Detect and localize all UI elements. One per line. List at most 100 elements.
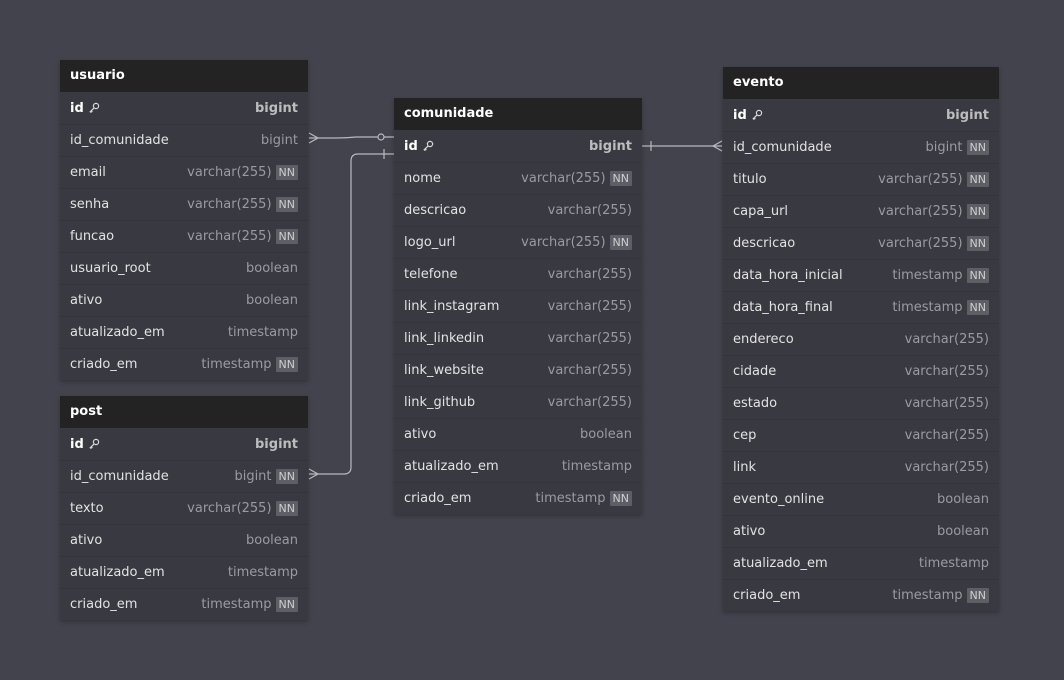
column-meta: timestamp (228, 565, 298, 580)
column-type: varchar(255) (904, 332, 989, 347)
column-row[interactable]: link_github varchar(255) (394, 386, 642, 418)
column-row[interactable]: atualizado_em timestamp (394, 450, 642, 482)
column-row[interactable]: evento_online boolean (723, 483, 999, 515)
table-header[interactable]: usuario (60, 60, 308, 92)
column-name: data_hora_final (733, 300, 833, 315)
table-evento[interactable]: evento id bigint id_comunidade bigint NN titul… (723, 67, 999, 611)
relation-usuario-comunidade (308, 132, 394, 144)
column-type: boolean (937, 524, 989, 539)
not-null-badge: NN (966, 268, 989, 283)
erd-canvas: usuario id bigint id_comunidade bigint email v… (0, 0, 1064, 680)
column-name: link_linkedin (404, 331, 484, 346)
column-row[interactable]: cidade varchar(255) (723, 355, 999, 387)
column-row[interactable]: data_hora_inicial timestamp NN (723, 259, 999, 291)
table-usuario[interactable]: usuario id bigint id_comunidade bigint email v… (60, 60, 308, 380)
column-meta: varchar(255) NN (878, 204, 989, 219)
not-null-badge: NN (275, 197, 298, 212)
column-row[interactable]: criado_em timestamp NN (394, 482, 642, 514)
column-row[interactable]: ativo boolean (723, 515, 999, 547)
column-row[interactable]: descricao varchar(255) (394, 194, 642, 226)
column-name: atualizado_em (733, 556, 828, 571)
table-header[interactable]: post (60, 396, 308, 428)
column-row[interactable]: telefone varchar(255) (394, 258, 642, 290)
column-meta: varchar(255) NN (878, 172, 989, 187)
column-meta: varchar(255) (548, 267, 632, 282)
column-row[interactable]: link varchar(255) (723, 451, 999, 483)
column-row[interactable]: nome varchar(255) NN (394, 162, 642, 194)
column-meta: bigint (946, 108, 989, 123)
column-type: timestamp (892, 300, 963, 315)
table-header[interactable]: evento (723, 67, 999, 99)
key-icon (422, 140, 434, 152)
column-meta: varchar(255) NN (187, 197, 298, 212)
column-row[interactable]: id bigint (723, 99, 999, 131)
column-meta: bigint (255, 101, 298, 116)
column-row[interactable]: email varchar(255) NN (60, 156, 308, 188)
key-icon (88, 102, 100, 114)
column-row[interactable]: id_comunidade bigint (60, 124, 308, 156)
column-name: criado_em (404, 491, 471, 506)
column-meta: timestamp (562, 459, 632, 474)
column-row[interactable]: ativo boolean (60, 284, 308, 316)
not-null-badge: NN (609, 235, 632, 250)
column-row[interactable]: ativo boolean (60, 524, 308, 556)
column-row[interactable]: link_instagram varchar(255) (394, 290, 642, 322)
key-icon (751, 109, 763, 121)
column-name-text: estado (733, 396, 778, 411)
key-icon (88, 438, 100, 450)
column-row[interactable]: texto varchar(255) NN (60, 492, 308, 524)
column-row[interactable]: link_linkedin varchar(255) (394, 322, 642, 354)
not-null-badge: NN (275, 357, 298, 372)
column-name-text: link (733, 460, 756, 475)
column-row[interactable]: data_hora_final timestamp NN (723, 291, 999, 323)
column-row[interactable]: id bigint (394, 130, 642, 162)
column-row[interactable]: id_comunidade bigint NN (60, 460, 308, 492)
column-row[interactable]: atualizado_em timestamp (723, 547, 999, 579)
column-type: timestamp (227, 325, 298, 340)
column-row[interactable]: id bigint (60, 92, 308, 124)
table-post[interactable]: post id bigint id_comunidade bigint NN texto va… (60, 396, 308, 620)
column-row[interactable]: logo_url varchar(255) NN (394, 226, 642, 258)
column-row[interactable]: ativo boolean (394, 418, 642, 450)
column-row[interactable]: usuario_root boolean (60, 252, 308, 284)
column-name: criado_em (733, 588, 800, 603)
column-row[interactable]: link_website varchar(255) (394, 354, 642, 386)
column-row[interactable]: endereco varchar(255) (723, 323, 999, 355)
column-row[interactable]: criado_em timestamp NN (723, 579, 999, 611)
column-row[interactable]: funcao varchar(255) NN (60, 220, 308, 252)
column-meta: timestamp NN (201, 357, 298, 372)
column-row[interactable]: estado varchar(255) (723, 387, 999, 419)
column-name-text: endereco (733, 332, 794, 347)
column-row[interactable]: criado_em timestamp NN (60, 588, 308, 620)
column-name: logo_url (404, 235, 455, 250)
column-row[interactable]: id bigint (60, 428, 308, 460)
table-columns: id bigint id_comunidade bigint NN texto varcha… (60, 428, 308, 620)
column-row[interactable]: senha varchar(255) NN (60, 188, 308, 220)
table-header[interactable]: comunidade (394, 98, 642, 130)
column-name: id (70, 437, 100, 452)
column-row[interactable]: descricao varchar(255) NN (723, 227, 999, 259)
column-meta: varchar(255) NN (521, 235, 632, 250)
column-row[interactable]: atualizado_em timestamp (60, 316, 308, 348)
column-name-text: telefone (404, 267, 458, 282)
column-type: varchar(255) (904, 364, 989, 379)
column-type: boolean (246, 261, 298, 276)
column-name: telefone (404, 267, 457, 282)
column-name: link_instagram (404, 299, 499, 314)
column-row[interactable]: titulo varchar(255) NN (723, 163, 999, 195)
column-name-text: titulo (733, 172, 767, 187)
column-name: id_comunidade (70, 133, 169, 148)
column-row[interactable]: atualizado_em timestamp (60, 556, 308, 588)
table-columns: id bigint id_comunidade bigint email varchar(… (60, 92, 308, 380)
column-row[interactable]: id_comunidade bigint NN (723, 131, 999, 163)
column-row[interactable]: capa_url varchar(255) NN (723, 195, 999, 227)
column-type: varchar(255) (187, 229, 272, 244)
column-type: boolean (246, 293, 298, 308)
table-comunidade[interactable]: comunidade id bigint nome varchar(255) NN desc… (394, 98, 642, 514)
not-null-badge: NN (275, 165, 298, 180)
column-name-text: descricao (733, 236, 796, 251)
column-type: bigint (946, 107, 989, 123)
column-row[interactable]: cep varchar(255) (723, 419, 999, 451)
column-name-text: atualizado_em (70, 565, 165, 580)
column-row[interactable]: criado_em timestamp NN (60, 348, 308, 380)
